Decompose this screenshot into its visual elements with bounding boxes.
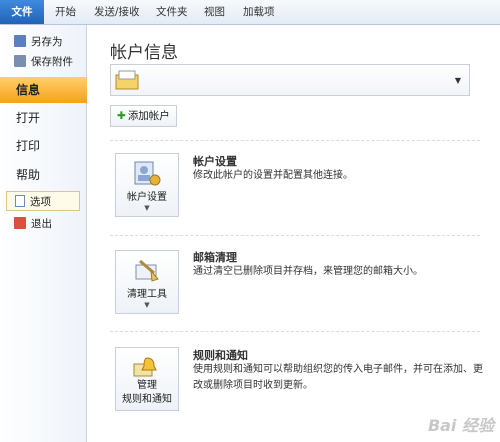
cleanup-tools-button-label: 清理工具 xyxy=(127,289,167,300)
account-settings-icon xyxy=(134,161,161,186)
manage-rules-button-label-1: 管理 xyxy=(137,380,157,391)
account-settings-button-label: 帐户设置 xyxy=(127,192,167,203)
backstage-nav: 另存为 保存附件 信息 打开 打印 帮助 选项 退出 xyxy=(0,25,100,442)
rules-alerts-title: 规则和通知 xyxy=(193,349,248,362)
account-settings-button[interactable]: 帐户设置 ▼ xyxy=(115,153,179,217)
section-divider xyxy=(110,331,480,332)
rules-alerts-icon xyxy=(133,357,157,377)
mailbox-cleanup-desc: 通过清空已删除项目并存档，来管理您的邮箱大小。 xyxy=(193,266,423,277)
section-divider xyxy=(110,235,480,236)
nav-open[interactable]: 打开 xyxy=(0,105,86,131)
nav-info[interactable]: 信息 xyxy=(0,77,100,103)
section-divider xyxy=(110,140,480,141)
rules-alerts-desc: 使用规则和通知可以帮助组织您的传入电子邮件，并可在添加、更改或删除项目时收到更新… xyxy=(193,364,483,391)
tab-folder[interactable]: 文件夹 xyxy=(156,0,188,24)
nav-options-label: 选项 xyxy=(30,196,51,208)
nav-help[interactable]: 帮助 xyxy=(0,162,86,188)
nav-save-attachments-label: 保存附件 xyxy=(31,56,73,68)
mailbox-icon xyxy=(115,70,139,90)
page-title: 帐户信息 xyxy=(110,43,178,63)
account-settings-desc: 修改此帐户的设置并配置其他连接。 xyxy=(193,170,353,181)
watermark-logo: Bai 经验 xyxy=(427,416,494,435)
save-attachments-icon xyxy=(14,55,26,67)
account-info-pane: 帐户信息 ▼ ✚ 添加帐户 帐户设置 ▼ 帐户设置 修改此帐户的设置并配置其他连接… xyxy=(87,25,500,442)
chevron-down-icon: ▼ xyxy=(454,76,461,85)
tab-file[interactable]: 文件 xyxy=(0,0,44,24)
chevron-down-icon: ▼ xyxy=(144,204,150,212)
tab-addins[interactable]: 加载项 xyxy=(243,0,275,24)
add-account-label: 添加帐户 xyxy=(127,110,170,122)
manage-rules-button[interactable]: 管理 规则和通知 xyxy=(115,347,179,411)
nav-save-as-label: 另存为 xyxy=(31,36,63,48)
nav-exit-label: 退出 xyxy=(31,218,52,230)
account-selector[interactable]: ▼ xyxy=(110,64,470,96)
tab-home[interactable]: 开始 xyxy=(55,0,76,24)
nav-save-as[interactable]: 另存为 xyxy=(14,33,63,51)
plus-icon: ✚ xyxy=(117,110,126,122)
ribbon-tab-bar: 文件 开始 发送/接收 文件夹 视图 加载项 xyxy=(0,0,500,25)
mailbox-cleanup-title: 邮箱清理 xyxy=(193,251,237,264)
nav-exit[interactable]: 退出 xyxy=(14,215,52,233)
nav-print[interactable]: 打印 xyxy=(0,133,86,159)
cleanup-tools-icon xyxy=(135,259,159,282)
options-icon xyxy=(15,195,25,207)
chevron-down-icon: ▼ xyxy=(144,301,150,309)
nav-save-attachments[interactable]: 保存附件 xyxy=(14,53,73,71)
tab-send-receive[interactable]: 发送/接收 xyxy=(94,0,140,24)
cleanup-tools-button[interactable]: 清理工具 ▼ xyxy=(115,250,179,314)
add-account-button[interactable]: ✚ 添加帐户 xyxy=(110,105,177,127)
manage-rules-button-label-2: 规则和通知 xyxy=(122,394,172,405)
save-as-icon xyxy=(14,35,26,47)
exit-icon xyxy=(14,217,26,229)
tab-view[interactable]: 视图 xyxy=(204,0,225,24)
nav-options[interactable]: 选项 xyxy=(6,191,80,211)
account-settings-title: 帐户设置 xyxy=(193,155,237,168)
